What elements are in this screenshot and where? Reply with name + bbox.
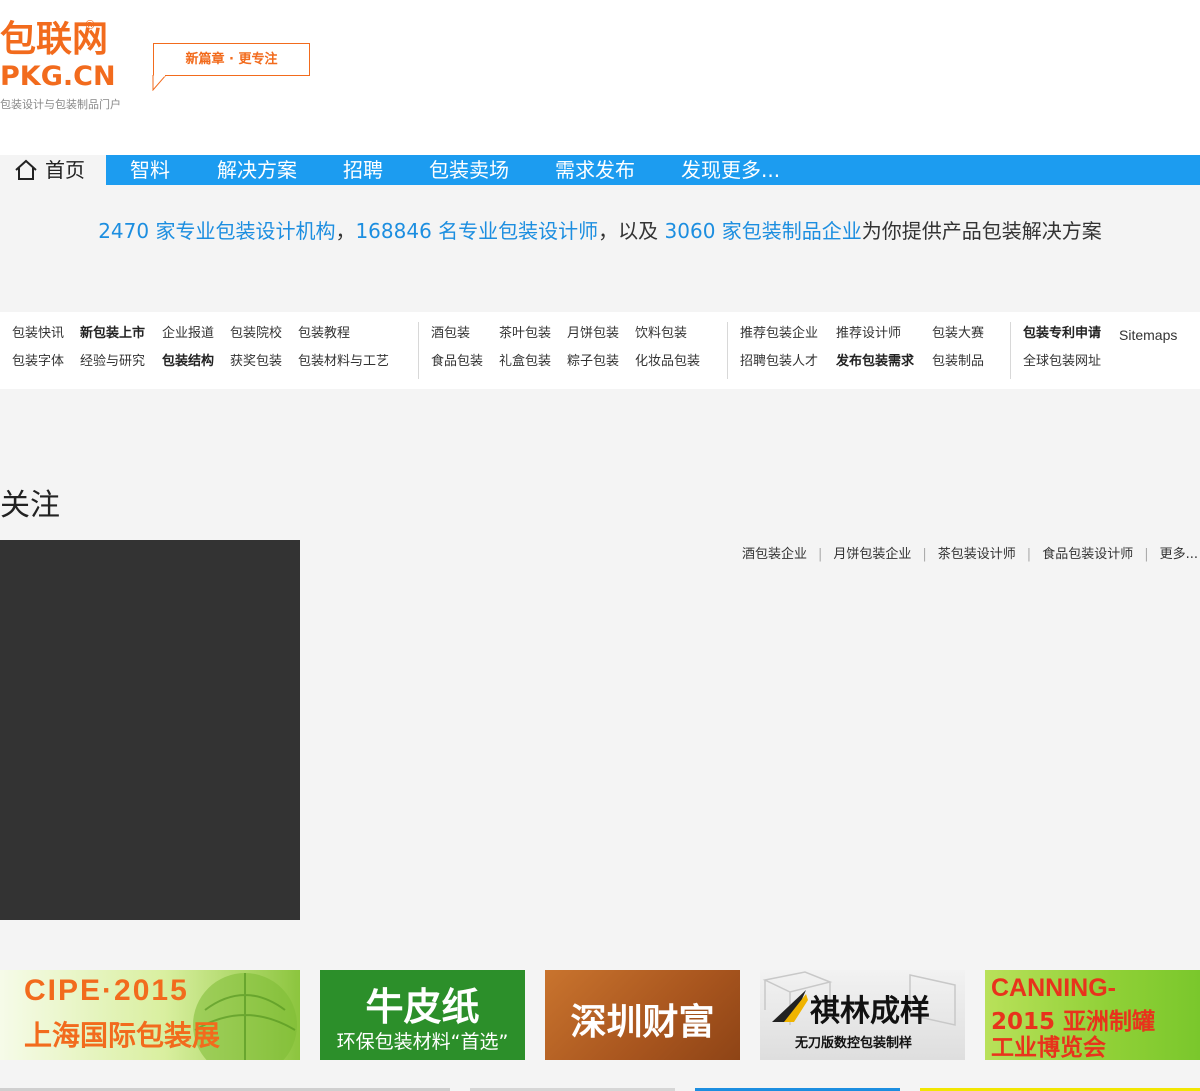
nav-item-zhiliao[interactable]: 智料 xyxy=(130,155,170,185)
banner-shenzhen-fortune[interactable]: 深圳财富 xyxy=(545,970,740,1060)
site-header: 包联网 ® PKG.CN 包装设计与包装制品门户 新篇章 · 更专注 xyxy=(0,0,1200,155)
divider: | xyxy=(1026,547,1032,562)
link-sitemaps[interactable]: Sitemaps xyxy=(1119,326,1177,344)
column-divider xyxy=(727,322,728,379)
column-divider xyxy=(1010,322,1011,379)
link-research[interactable]: 经验与研究 xyxy=(80,353,145,371)
link-fonts[interactable]: 包装字体 xyxy=(12,353,64,371)
logo-tagline: 包装设计与包装制品门户 xyxy=(0,98,121,111)
focus-sub-links: 酒包装企业 | 月饼包装企业 | 茶包装设计师 | 食品包装设计师 | 更多... xyxy=(742,543,1198,562)
stat-tail-text: 为你提供产品包装解决方案 xyxy=(861,219,1102,243)
nav-item-more[interactable]: 发现更多... xyxy=(681,155,780,185)
nav-item-jobs[interactable]: 招聘 xyxy=(343,155,383,185)
link-hire-talent[interactable]: 招聘包装人才 xyxy=(740,353,818,371)
link-food[interactable]: 食品包装 xyxy=(431,353,483,371)
main-nav: 首页 智料 解决方案 招聘 包装卖场 需求发布 发现更多... xyxy=(0,155,1200,185)
link-news[interactable]: 包装快讯 xyxy=(12,325,64,343)
link-new-packaging[interactable]: 新包装上市 xyxy=(80,325,145,343)
focus-link-mooncake-companies[interactable]: 月饼包装企业 xyxy=(833,543,911,562)
nav-item-demand[interactable]: 需求发布 xyxy=(555,155,635,185)
stat-separator: ， xyxy=(335,219,356,243)
link-recommended-companies[interactable]: 推荐包装企业 xyxy=(740,325,818,343)
stat-agencies-link[interactable]: 2470 家专业包装设计机构 xyxy=(98,219,335,243)
link-materials[interactable]: 包装材料与工艺 xyxy=(298,353,389,371)
focus-link-more[interactable]: 更多... xyxy=(1160,543,1198,562)
home-icon xyxy=(15,159,37,180)
nav-item-solutions[interactable]: 解决方案 xyxy=(217,155,297,185)
site-logo[interactable]: 包联网 ® PKG.CN 包装设计与包装制品门户 xyxy=(0,18,140,113)
link-schools[interactable]: 包装院校 xyxy=(230,325,282,343)
banner-cipe-2015[interactable]: CIPE·2015 上海国际包装展 xyxy=(0,970,300,1060)
stat-mid-text: ，以及 xyxy=(598,219,659,243)
divider: | xyxy=(817,547,823,562)
link-recommended-designers[interactable]: 推荐设计师 xyxy=(836,325,901,343)
logo-english-name: PKG.CN xyxy=(0,61,116,92)
link-post-demand[interactable]: 发布包装需求 xyxy=(836,353,914,371)
speech-tail-icon xyxy=(152,75,167,91)
nav-item-market[interactable]: 包装卖场 xyxy=(429,155,509,185)
category-links: 包装快讯 新包装上市 企业报道 包装院校 包装教程 包装字体 经验与研究 包装结… xyxy=(0,312,1200,389)
banner-cipe-line2: 上海国际包装展 xyxy=(24,1019,221,1052)
nav-home[interactable]: 首页 xyxy=(0,155,106,185)
banner-canning-line1: CANNING- xyxy=(991,974,1116,1002)
banner-qilin-sampling[interactable]: 祺林成样 无刀版数控包装制样 xyxy=(760,970,965,1060)
banner-kraft-paper[interactable]: 牛皮纸 环保包装材料“首选” xyxy=(320,970,525,1060)
stats-banner: 2470 家专业包装设计机构，168846 名专业包装设计师，以及 3060 家… xyxy=(0,215,1200,247)
link-company-reports[interactable]: 企业报道 xyxy=(162,325,214,343)
registered-mark: ® xyxy=(84,18,96,32)
slogan-text: 新篇章 · 更专注 xyxy=(185,52,278,67)
banner-kraft-line2: 环保包装材料“首选” xyxy=(336,1031,509,1053)
link-mooncake[interactable]: 月饼包装 xyxy=(567,325,619,343)
banner-canning-line3: 工业博览会 xyxy=(991,1035,1106,1060)
link-cosmetics[interactable]: 化妆品包装 xyxy=(635,353,700,371)
banner-qilin-line2: 无刀版数控包装制样 xyxy=(795,1036,913,1051)
stat-designers-link[interactable]: 168846 名专业包装设计师 xyxy=(355,219,598,243)
divider: | xyxy=(1144,547,1149,562)
link-patent[interactable]: 包装专利申请 xyxy=(1023,325,1101,343)
focus-link-tea-designers[interactable]: 茶包装设计师 xyxy=(938,543,1016,562)
link-global-sites[interactable]: 全球包装网址 xyxy=(1023,353,1101,371)
link-giftbox[interactable]: 礼盒包装 xyxy=(499,353,551,371)
link-products[interactable]: 包装制品 xyxy=(932,353,984,371)
link-tutorials[interactable]: 包装教程 xyxy=(298,325,350,343)
banner-qilin-line1: 祺林成样 xyxy=(810,994,930,1029)
link-liquor[interactable]: 酒包装 xyxy=(431,325,470,343)
focus-link-liquor-companies[interactable]: 酒包装企业 xyxy=(742,543,807,562)
focus-section-title: 关注 xyxy=(0,488,60,523)
banner-cipe-line1: CIPE·2015 xyxy=(24,974,189,1007)
qilin-logo-icon xyxy=(772,990,808,1022)
link-beverage[interactable]: 饮料包装 xyxy=(635,325,687,343)
stat-companies-link[interactable]: 3060 家包装制品企业 xyxy=(665,219,862,243)
link-structure[interactable]: 包装结构 xyxy=(162,353,214,371)
banner-canning-2015[interactable]: CANNING- 2015 亚洲制罐 工业博览会 xyxy=(985,970,1200,1060)
nav-home-label: 首页 xyxy=(45,158,85,182)
slogan-badge: 新篇章 · 更专注 xyxy=(153,43,310,76)
link-zongzi[interactable]: 粽子包装 xyxy=(567,353,619,371)
focus-slideshow[interactable] xyxy=(0,540,300,920)
banner-kraft-line1: 牛皮纸 xyxy=(365,985,480,1029)
divider: | xyxy=(922,547,927,562)
link-awards[interactable]: 获奖包装 xyxy=(230,353,282,371)
focus-link-food-designers[interactable]: 食品包装设计师 xyxy=(1042,543,1133,562)
banner-shenzhen-text: 深圳财富 xyxy=(570,1002,715,1043)
link-contests[interactable]: 包装大赛 xyxy=(932,325,984,343)
link-tea[interactable]: 茶叶包装 xyxy=(499,325,551,343)
column-divider xyxy=(418,322,419,379)
